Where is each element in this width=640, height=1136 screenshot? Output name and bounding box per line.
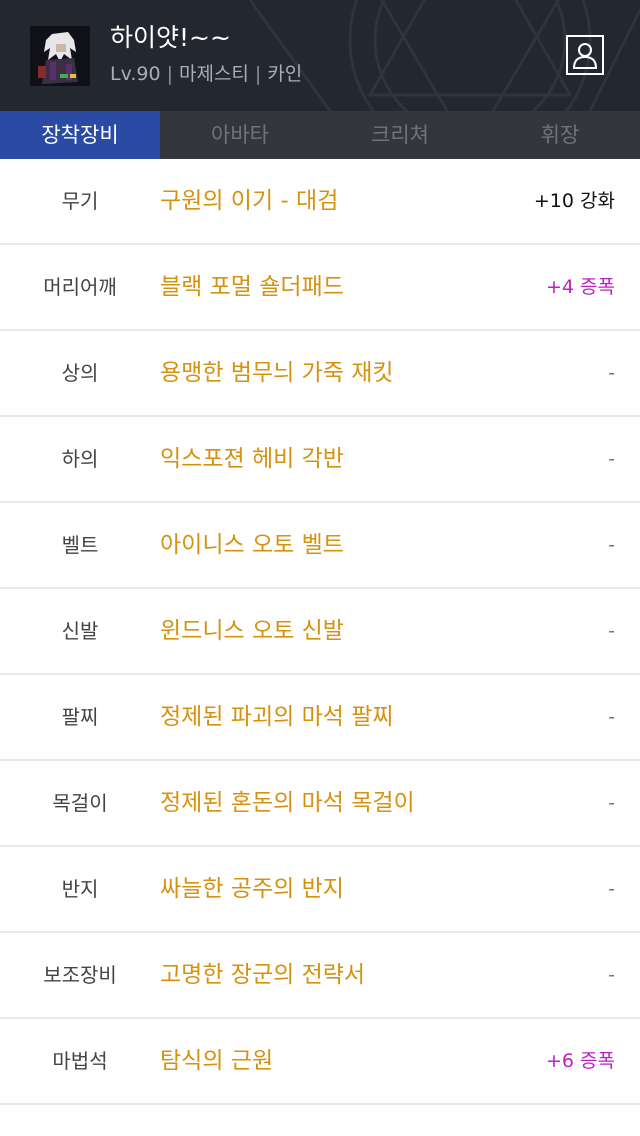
reinforce-status: -: [608, 620, 615, 642]
equipment-row-belt[interactable]: 벨트 아이니스 오토 벨트 -: [0, 503, 640, 589]
slot-label: 벨트: [61, 533, 99, 557]
equipment-row-shoes[interactable]: 신발 윈드니스 오토 신발 -: [0, 589, 640, 675]
reinforce-status: -: [608, 448, 615, 470]
reinforce-status: -: [608, 706, 615, 728]
item-name[interactable]: 탐식의 근원: [160, 1019, 273, 1103]
item-name[interactable]: 용맹한 범무늬 가죽 재킷: [160, 331, 394, 415]
item-name[interactable]: 싸늘한 공주의 반지: [160, 847, 344, 931]
info-separator: |: [254, 63, 262, 85]
equipment-row-necklace[interactable]: 목걸이 정제된 혼돈의 마석 목걸이 -: [0, 761, 640, 847]
character-job: 마제스티: [178, 63, 249, 85]
equipment-row-ring[interactable]: 반지 싸늘한 공주의 반지 -: [0, 847, 640, 933]
equipment-row-top[interactable]: 상의 용맹한 범무늬 가죽 재킷 -: [0, 331, 640, 417]
enchant-status: +10 강화: [533, 190, 615, 212]
item-name[interactable]: 정제된 파괴의 마석 팔찌: [160, 675, 394, 759]
tab-equipped[interactable]: 장착장비: [0, 111, 160, 159]
equipment-row-magicstone[interactable]: 마법석 탐식의 근원 +6 증폭: [0, 1019, 640, 1105]
slot-label: 머리어깨: [43, 275, 117, 299]
equipment-row-subequip[interactable]: 보조장비 고명한 장군의 전략서 -: [0, 933, 640, 1019]
tab-avatar[interactable]: 아바타: [160, 111, 320, 159]
reinforce-status: -: [608, 964, 615, 986]
item-name[interactable]: 아이니스 오토 벨트: [160, 503, 344, 587]
slot-label: 보조장비: [43, 963, 117, 987]
character-server: 카인: [267, 63, 303, 85]
amplify-status: +6 증폭: [545, 1050, 615, 1072]
character-name: 하이얏!~~: [110, 23, 231, 52]
item-name[interactable]: 익스포젼 헤비 각반: [160, 417, 344, 501]
character-sprite-icon: [30, 26, 90, 86]
slot-label: 팔찌: [61, 705, 99, 729]
profile-button[interactable]: [566, 35, 604, 75]
item-name[interactable]: 윈드니스 오토 신발: [160, 589, 344, 673]
equipment-row-shoulder[interactable]: 머리어깨 블랙 포멀 숄더패드 +4 증폭: [0, 245, 640, 331]
tab-insignia[interactable]: 휘장: [480, 111, 640, 159]
info-separator: |: [166, 63, 173, 85]
slot-label: 신발: [61, 619, 99, 643]
item-name[interactable]: 구원의 이기 - 대검: [160, 159, 338, 243]
equipment-tabs: 장착장비 아바타 크리쳐 휘장: [0, 111, 640, 159]
character-header: 하이얏!~~ Lv.90 | 마제스티 | 카인: [0, 0, 640, 111]
item-name[interactable]: 고명한 장군의 전략서: [160, 933, 365, 1017]
reinforce-status: -: [608, 534, 615, 556]
slot-label: 목걸이: [52, 791, 108, 815]
character-avatar[interactable]: [30, 26, 90, 86]
slot-label: 마법석: [52, 1049, 108, 1073]
profile-icon: [572, 43, 598, 69]
character-info: Lv.90 | 마제스티 | 카인: [110, 61, 302, 87]
tab-creature[interactable]: 크리쳐: [320, 111, 480, 159]
item-name[interactable]: 정제된 혼돈의 마석 목걸이: [160, 761, 415, 845]
reinforce-status: -: [608, 362, 615, 384]
header-emblem-pattern: [248, 0, 640, 111]
equipment-row-bottom[interactable]: 하의 익스포젼 헤비 각반 -: [0, 417, 640, 503]
item-name[interactable]: 블랙 포멀 숄더패드: [160, 245, 344, 329]
equipment-row-bracelet[interactable]: 팔찌 정제된 파괴의 마석 팔찌 -: [0, 675, 640, 761]
slot-label: 무기: [61, 189, 99, 213]
character-level: Lv.90: [110, 63, 161, 85]
equipment-row-weapon[interactable]: 무기 구원의 이기 - 대검 +10 강화: [0, 159, 640, 245]
slot-label: 반지: [61, 877, 99, 901]
reinforce-status: -: [608, 878, 615, 900]
slot-label: 하의: [61, 447, 99, 471]
equipment-list: 무기 구원의 이기 - 대검 +10 강화 머리어깨 블랙 포멀 숄더패드 +4…: [0, 159, 640, 1105]
slot-label: 상의: [61, 361, 99, 385]
amplify-status: +4 증폭: [545, 276, 615, 298]
reinforce-status: -: [608, 792, 615, 814]
